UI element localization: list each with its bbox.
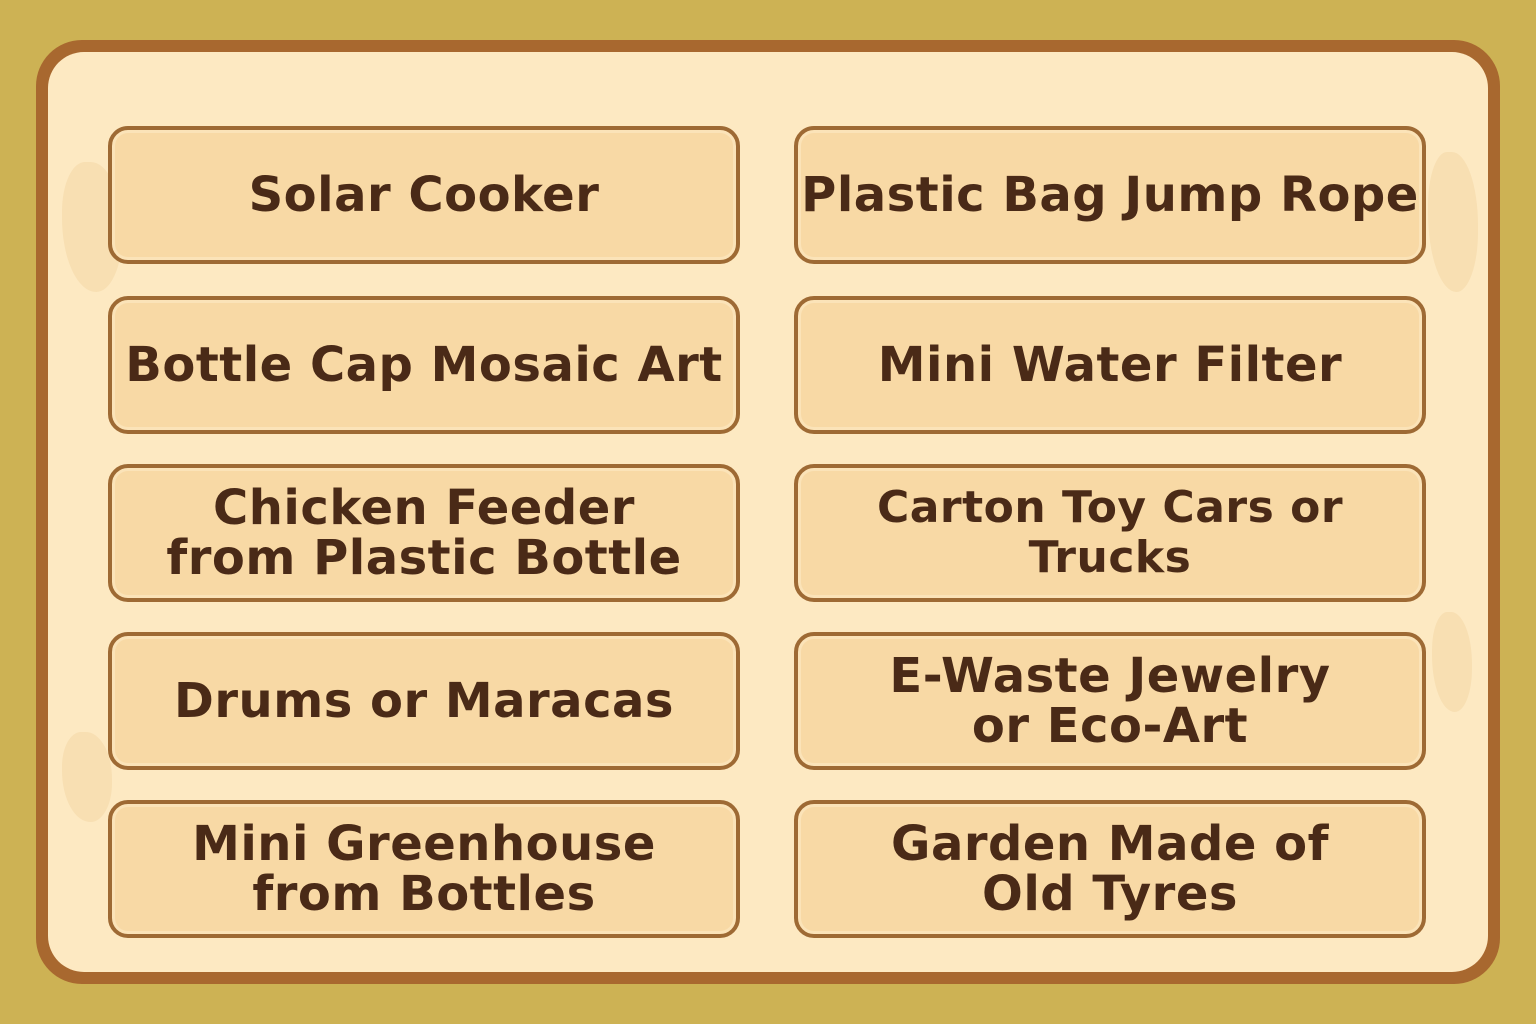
paper-stain	[1432, 612, 1472, 712]
project-card-label: Plastic Bag Jump Rope	[801, 167, 1419, 223]
project-card-label: Carton Toy Cars or Trucks	[876, 482, 1344, 583]
project-card-label: E-Waste Jewelry or Eco-Art	[889, 648, 1331, 754]
project-card-label: Chicken Feeder from Plastic Bottle	[166, 480, 682, 586]
paper-stain	[62, 732, 112, 822]
project-card-label: Bottle Cap Mosaic Art	[125, 337, 723, 393]
project-card-label: Mini Greenhouse from Bottles	[192, 816, 656, 922]
project-card-label: Garden Made of Old Tyres	[891, 816, 1329, 922]
project-card-mini-water-filter[interactable]: Mini Water Filter	[794, 296, 1426, 434]
project-card-e-waste-jewelry[interactable]: E-Waste Jewelry or Eco-Art	[794, 632, 1426, 770]
project-card-label: Drums or Maracas	[174, 673, 674, 729]
project-card-chicken-feeder[interactable]: Chicken Feeder from Plastic Bottle	[108, 464, 740, 602]
project-card-bottle-cap-mosaic-art[interactable]: Bottle Cap Mosaic Art	[108, 296, 740, 434]
board-frame: Solar Cooker Plastic Bag Jump Rope Bottl…	[36, 40, 1500, 984]
board-panel: Solar Cooker Plastic Bag Jump Rope Bottl…	[48, 52, 1488, 972]
project-card-carton-toy-cars[interactable]: Carton Toy Cars or Trucks	[794, 464, 1426, 602]
project-card-drums-or-maracas[interactable]: Drums or Maracas	[108, 632, 740, 770]
project-card-mini-greenhouse[interactable]: Mini Greenhouse from Bottles	[108, 800, 740, 938]
project-card-solar-cooker[interactable]: Solar Cooker	[108, 126, 740, 264]
project-card-plastic-bag-jump-rope[interactable]: Plastic Bag Jump Rope	[794, 126, 1426, 264]
project-card-tyre-garden[interactable]: Garden Made of Old Tyres	[794, 800, 1426, 938]
project-card-label: Solar Cooker	[248, 167, 600, 223]
project-card-label: Mini Water Filter	[877, 337, 1343, 393]
paper-stain	[1428, 152, 1478, 292]
